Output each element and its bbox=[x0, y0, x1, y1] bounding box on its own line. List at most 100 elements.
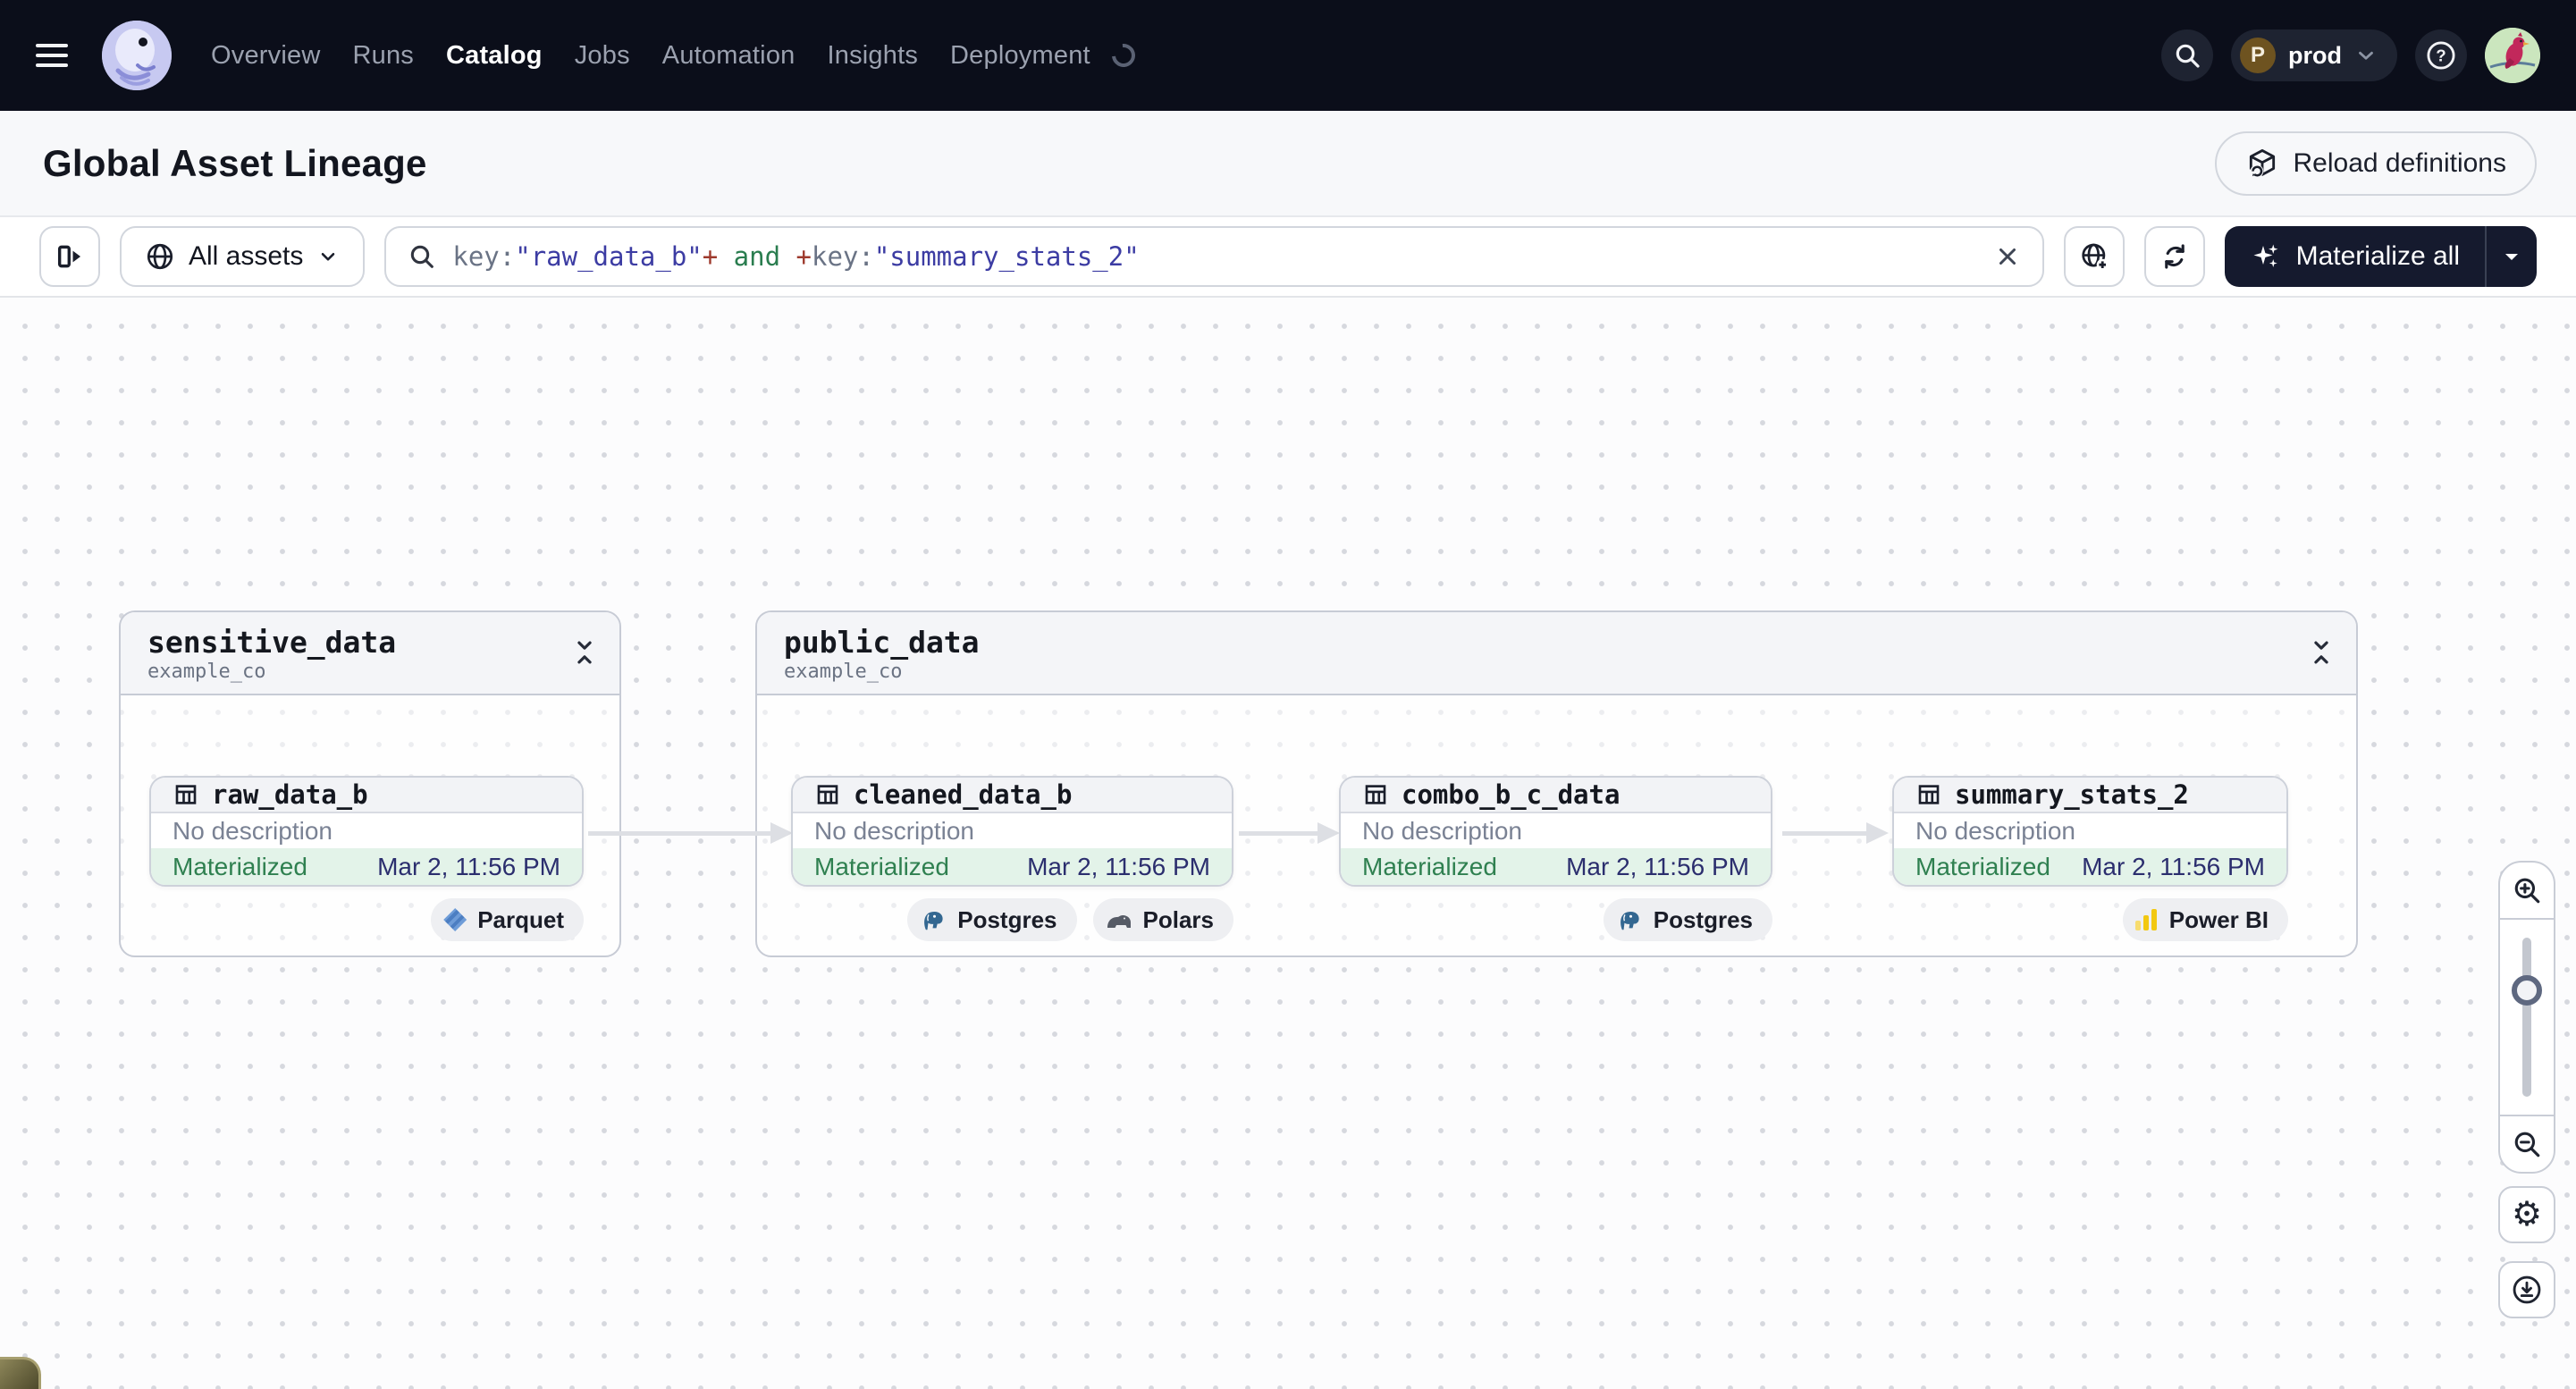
loading-spinner-icon bbox=[1107, 38, 1141, 72]
integration-tag-polars[interactable]: Polars bbox=[1092, 898, 1233, 941]
asset-scope-dropdown[interactable]: All assets bbox=[120, 226, 366, 287]
postgres-icon bbox=[1620, 911, 1639, 930]
search-icon bbox=[411, 245, 434, 268]
power-bi-icon bbox=[2134, 909, 2159, 930]
asset-description: No description bbox=[1915, 816, 2075, 845]
asset-search-input[interactable]: key:"raw_data_b"+ and +key:"summary_stat… bbox=[384, 226, 2044, 287]
status-badge: Materialized bbox=[814, 852, 949, 880]
group-title: public_data bbox=[784, 625, 980, 660]
asset-name: combo_b_c_data bbox=[1402, 779, 1621, 810]
sync-icon bbox=[2164, 244, 2185, 269]
asset-description: No description bbox=[173, 816, 333, 845]
nav-overview[interactable]: Overview bbox=[211, 41, 320, 71]
close-icon bbox=[1999, 248, 2016, 265]
integration-tag-power-bi[interactable]: Power BI bbox=[2122, 898, 2288, 941]
download-graph-button[interactable] bbox=[2498, 1261, 2555, 1318]
clear-search-button[interactable] bbox=[1994, 243, 2021, 270]
status-badge: Materialized bbox=[1915, 852, 2050, 880]
lineage-canvas[interactable]: sensitive_data example_co public_data ex… bbox=[0, 298, 2576, 1389]
nav-runs[interactable]: Runs bbox=[352, 41, 414, 71]
minimap-corner[interactable] bbox=[0, 1357, 41, 1389]
deployment-switcher[interactable]: P prod bbox=[2231, 29, 2397, 81]
asset-tags-raw-data-b: Parquet bbox=[431, 898, 584, 941]
nav-insights[interactable]: Insights bbox=[827, 41, 918, 71]
download-icon bbox=[2513, 1275, 2541, 1304]
user-avatar[interactable] bbox=[2485, 28, 2540, 83]
caret-down-icon bbox=[2505, 254, 2518, 260]
chevron-down-icon bbox=[322, 252, 335, 261]
reload-definitions-label: Reload definitions bbox=[2293, 147, 2507, 178]
materialize-all-button[interactable]: Materialize all bbox=[2225, 226, 2485, 287]
svg-text:?: ? bbox=[2436, 46, 2446, 65]
tag-label: Parquet bbox=[477, 905, 564, 933]
nav-jobs[interactable]: Jobs bbox=[575, 41, 630, 71]
materialize-options-button[interactable] bbox=[2485, 226, 2537, 287]
group-header: sensitive_data example_co bbox=[121, 612, 619, 695]
asset-node-summary-stats-2[interactable]: summary_stats_2 No description Materiali… bbox=[1892, 776, 2288, 887]
dagster-logo-icon[interactable] bbox=[102, 21, 172, 90]
menu-icon[interactable] bbox=[36, 44, 68, 67]
asset-node-header: summary_stats_2 bbox=[1894, 778, 2286, 813]
group-title: sensitive_data bbox=[147, 625, 397, 660]
top-nav: Overview Runs Catalog Jobs Automation In… bbox=[0, 0, 2576, 111]
edge-arrowhead bbox=[1866, 822, 1889, 844]
asset-status-row: Materialized Mar 2, 11:56 PM bbox=[1894, 848, 2286, 885]
zoom-slider-track[interactable] bbox=[2522, 938, 2531, 1097]
collapse-group-icon[interactable] bbox=[571, 637, 598, 668]
polars-icon bbox=[1107, 915, 1131, 928]
group-header: public_data example_co bbox=[757, 612, 2356, 695]
zoom-slider-thumb[interactable] bbox=[2512, 975, 2542, 1006]
zoom-out-icon bbox=[2514, 1132, 2540, 1158]
nav-right: P prod ? bbox=[2161, 28, 2540, 83]
table-icon bbox=[1918, 785, 1940, 804]
lineage-toolbar: All assets key:"raw_data_b"+ and +key:"s… bbox=[0, 217, 2576, 298]
zoom-out-button[interactable] bbox=[2500, 1115, 2554, 1172]
zoom-slider[interactable] bbox=[2500, 920, 2554, 1115]
edge-cleaned-to-combo bbox=[1239, 831, 1317, 836]
graph-settings-button[interactable]: ⚙ bbox=[2498, 1186, 2555, 1243]
asset-node-header: combo_b_c_data bbox=[1341, 778, 1771, 813]
nav-automation[interactable]: Automation bbox=[662, 41, 796, 71]
new-asset-group-button[interactable] bbox=[2063, 226, 2125, 287]
zoom-in-button[interactable] bbox=[2500, 863, 2554, 920]
asset-node-raw-data-b[interactable]: raw_data_b No description Materialized M… bbox=[149, 776, 584, 887]
asset-status-row: Materialized Mar 2, 11:56 PM bbox=[793, 848, 1232, 885]
main-nav: Overview Runs Catalog Jobs Automation In… bbox=[211, 41, 1090, 71]
nav-deployment[interactable]: Deployment bbox=[950, 41, 1090, 71]
asset-node-combo-b-c-data[interactable]: combo_b_c_data No description Materializ… bbox=[1339, 776, 1772, 887]
reload-definitions-button[interactable]: Reload definitions bbox=[2214, 130, 2537, 196]
materialization-timestamp: Mar 2, 11:56 PM bbox=[2082, 852, 2265, 880]
deployment-avatar: P bbox=[2240, 38, 2276, 73]
search-query: key:"raw_data_b"+ and +key:"summary_stat… bbox=[452, 241, 1140, 272]
nav-catalog[interactable]: Catalog bbox=[446, 41, 543, 71]
help-button[interactable]: ? bbox=[2415, 29, 2467, 81]
refresh-button[interactable] bbox=[2143, 226, 2205, 287]
app-root: Overview Runs Catalog Jobs Automation In… bbox=[0, 0, 2576, 1389]
tag-label: Postgres bbox=[957, 905, 1057, 933]
asset-node-header: cleaned_data_b bbox=[793, 778, 1232, 813]
search-button[interactable] bbox=[2161, 29, 2213, 81]
sparkles-icon bbox=[2253, 244, 2278, 267]
asset-name: cleaned_data_b bbox=[854, 779, 1073, 810]
materialization-timestamp: Mar 2, 11:56 PM bbox=[1027, 852, 1210, 880]
collapse-group-icon[interactable] bbox=[2308, 637, 2335, 668]
asset-name: summary_stats_2 bbox=[1955, 779, 2189, 810]
materialize-split-button: Materialize all bbox=[2224, 226, 2537, 287]
table-icon bbox=[1365, 785, 1386, 804]
globe-icon bbox=[147, 243, 173, 270]
zoom-control bbox=[2498, 861, 2555, 1174]
materialization-timestamp: Mar 2, 11:56 PM bbox=[1566, 852, 1749, 880]
help-icon: ? bbox=[2427, 41, 2455, 70]
integration-tag-postgres[interactable]: Postgres bbox=[907, 898, 1077, 941]
materialize-all-label: Materialize all bbox=[2295, 241, 2460, 271]
group-subtitle: example_co bbox=[147, 661, 266, 683]
asset-name: raw_data_b bbox=[212, 779, 368, 810]
integration-tag-postgres[interactable]: Postgres bbox=[1603, 898, 1772, 941]
materialization-timestamp: Mar 2, 11:56 PM bbox=[377, 852, 560, 880]
open-side-panel-button[interactable] bbox=[39, 226, 100, 287]
integration-tag-parquet[interactable]: Parquet bbox=[431, 898, 584, 941]
postgres-icon bbox=[924, 911, 943, 930]
page-title: Global Asset Lineage bbox=[43, 141, 427, 184]
asset-node-cleaned-data-b[interactable]: cleaned_data_b No description Materializ… bbox=[791, 776, 1233, 887]
edge-raw-to-cleaned bbox=[588, 831, 770, 836]
